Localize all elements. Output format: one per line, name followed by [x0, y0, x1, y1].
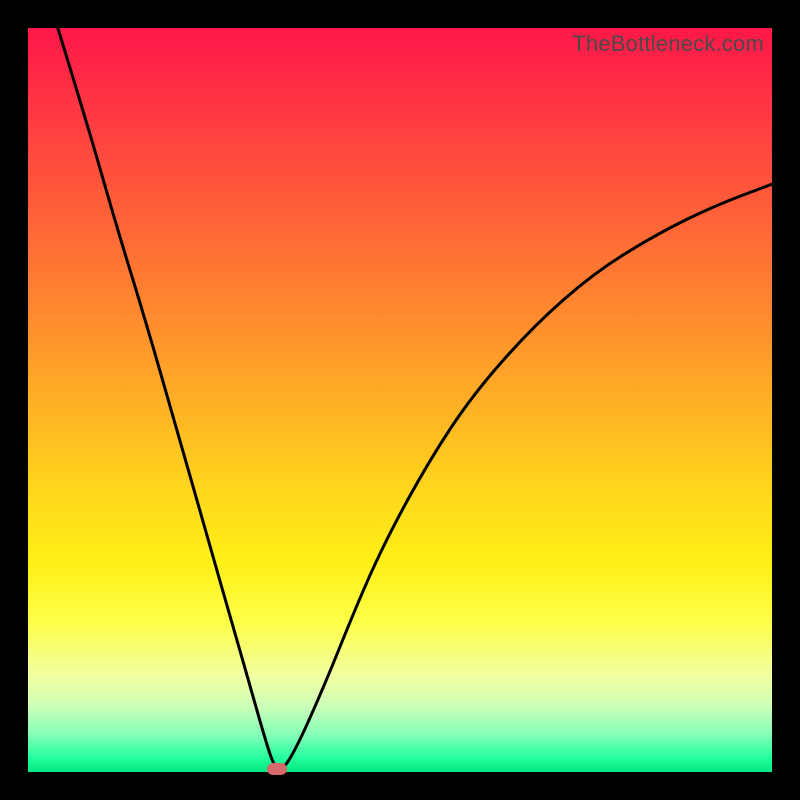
min-marker — [267, 763, 287, 775]
plot-area: TheBottleneck.com — [28, 28, 772, 772]
chart-frame: TheBottleneck.com — [0, 0, 800, 800]
bottleneck-curve — [28, 28, 772, 772]
